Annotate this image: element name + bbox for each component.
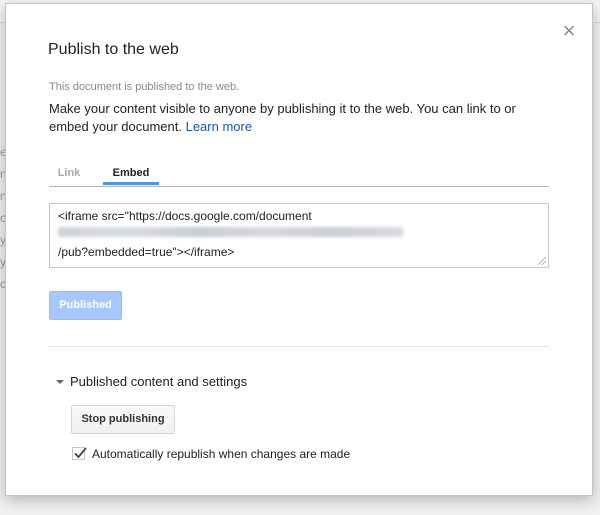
learn-more-link[interactable]: Learn more	[186, 119, 252, 134]
embed-code-line: <iframe src="https://docs.google.com/doc…	[58, 209, 312, 223]
checkmark-icon	[74, 447, 87, 459]
dialog-description: Make your content visible to anyone by p…	[49, 100, 549, 136]
embed-code-redacted	[58, 224, 540, 244]
description-text: Make your content visible to anyone by p…	[49, 101, 516, 134]
stop-publishing-button[interactable]: Stop publishing	[71, 405, 175, 434]
tab-embed[interactable]: Embed	[103, 163, 159, 185]
embed-code-line: /pub?embedded=true"></iframe>	[58, 245, 235, 259]
published-button[interactable]: Published	[49, 291, 122, 320]
published-settings-toggle[interactable]: Published content and settings	[56, 374, 247, 389]
tab-link[interactable]: Link	[49, 163, 89, 185]
publish-status: This document is published to the web.	[49, 81, 240, 93]
caret-down-icon	[56, 379, 64, 384]
publish-tabs: Link Embed	[49, 160, 549, 187]
redacted-document-id	[58, 227, 403, 237]
close-icon[interactable]: ×	[558, 20, 580, 42]
embed-code-textarea[interactable]: <iframe src="https://docs.google.com/doc…	[49, 203, 549, 268]
auto-republish-label: Automatically republish when changes are…	[92, 447, 351, 461]
settings-toggle-label: Published content and settings	[70, 374, 248, 389]
section-divider	[49, 346, 549, 347]
resize-handle-icon[interactable]	[538, 257, 546, 265]
publish-dialog: × Publish to the web This document is pu…	[5, 3, 593, 496]
dialog-title: Publish to the web	[48, 41, 179, 58]
auto-republish-checkbox[interactable]	[72, 447, 87, 460]
